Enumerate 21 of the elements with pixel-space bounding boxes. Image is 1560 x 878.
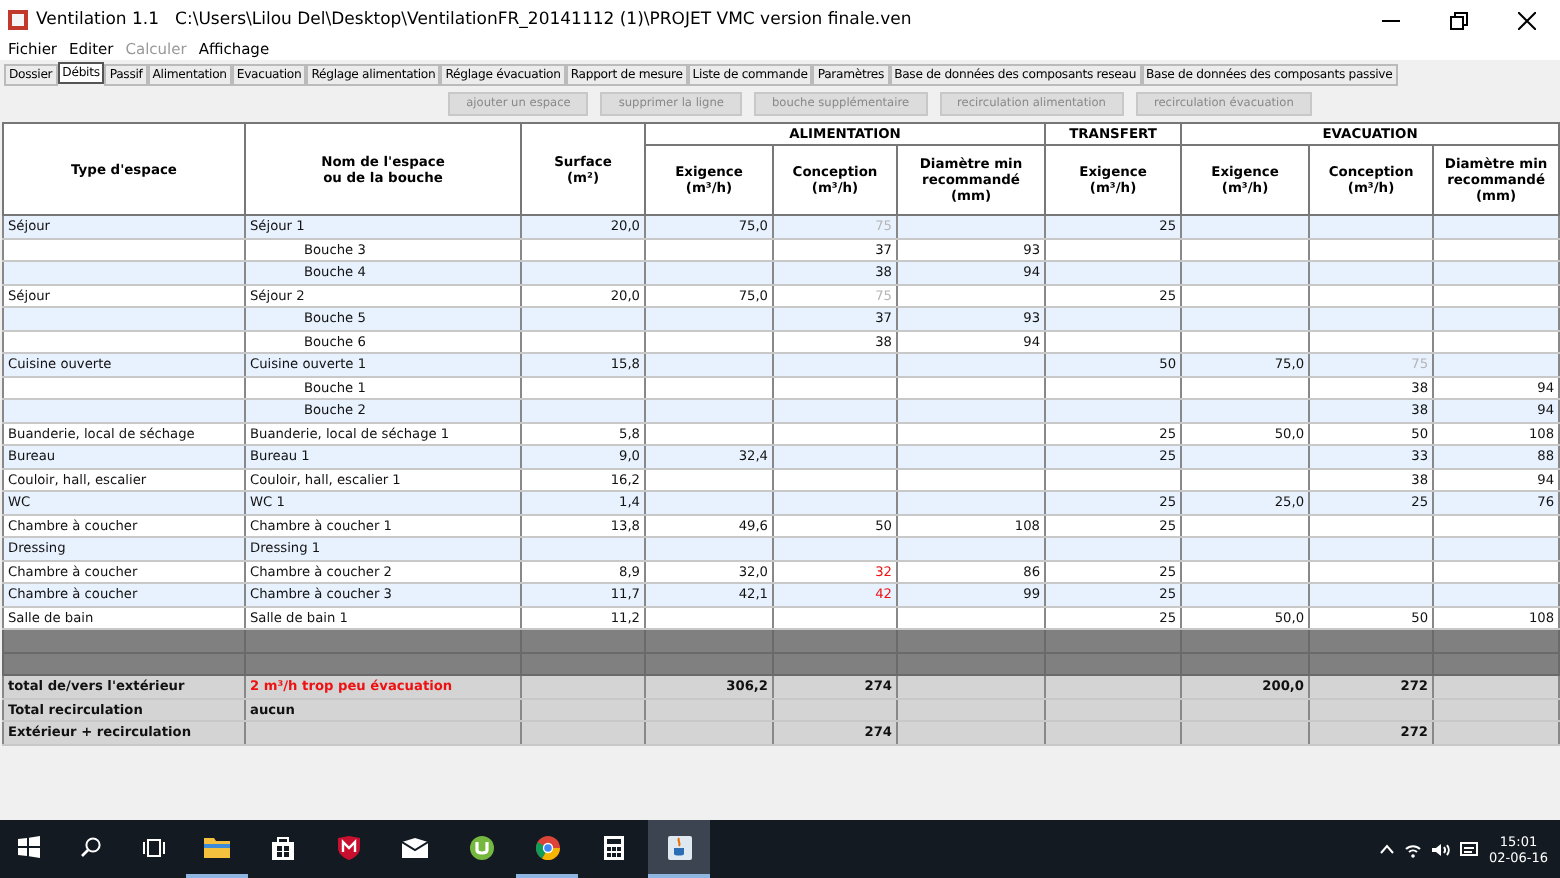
app-icon [8, 10, 28, 30]
torrent-icon [469, 835, 493, 859]
taskbar-button[interactable] [648, 820, 710, 878]
file-path: C:\Users\Lilou Del\Desktop\VentilationFR_20141112 (1)\PROJET VMC version finale.ven [175, 10, 912, 30]
browser-icon [535, 835, 559, 859]
window-title: Ventilation 1.1 [36, 10, 160, 30]
shield-icon [338, 835, 360, 859]
restore-icon[interactable] [1449, 11, 1467, 29]
search-icon [80, 836, 102, 858]
close-icon[interactable] [1517, 11, 1535, 29]
folder-icon [204, 836, 230, 858]
chevron-up-icon[interactable] [1380, 844, 1395, 854]
task-view-icon [141, 837, 165, 857]
shopping-bag-icon [272, 835, 294, 859]
coffee-cup-icon [667, 835, 691, 859]
volume-icon[interactable] [1432, 841, 1451, 857]
notification-icon[interactable] [1460, 841, 1479, 857]
wifi-icon[interactable] [1404, 841, 1423, 857]
windows-icon [18, 836, 40, 858]
calculator-icon [603, 835, 623, 859]
mail-icon [402, 837, 428, 857]
